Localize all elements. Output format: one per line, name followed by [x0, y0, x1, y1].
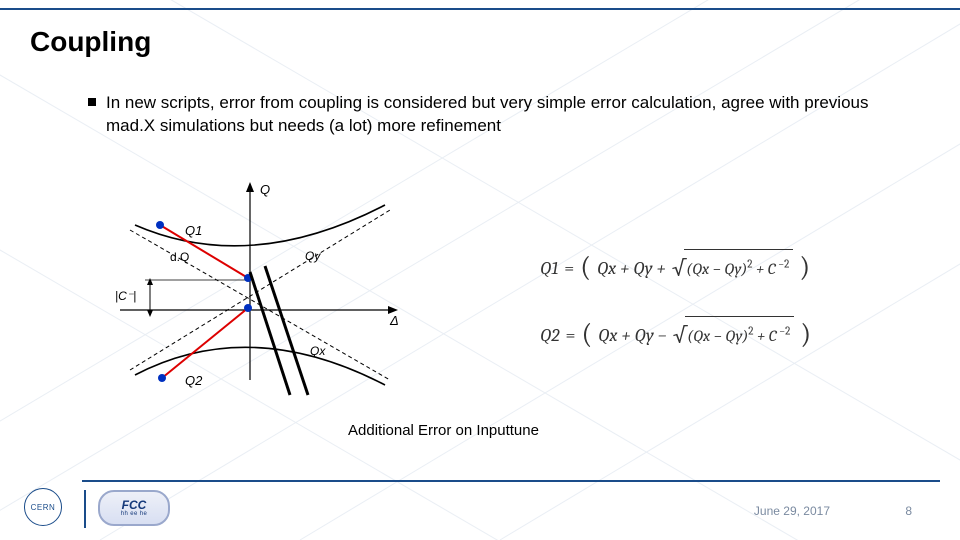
gap-label: |C⁻|: [115, 289, 136, 303]
slide-title: Coupling: [30, 26, 151, 58]
bullet-marker-icon: [88, 98, 96, 106]
equation-q1: Q1 = ( Qx + Qy + √ (Qx − Qy)2 + C −2 ): [540, 235, 900, 302]
footer-rule: [82, 480, 940, 482]
equation-q2: Q2 = ( Qx + Qy − √ (Qx − Qy)2 + C −2 ): [540, 302, 900, 369]
bullet-item: In new scripts, error from coupling is c…: [88, 92, 900, 138]
fcc-logo-icon: FCC hh ee he: [98, 490, 170, 526]
cern-logo-icon: CERN: [24, 488, 62, 526]
top-rule: [0, 8, 960, 10]
bullet-text: In new scripts, error from coupling is c…: [106, 92, 900, 138]
q2-label: Q2: [185, 373, 203, 388]
coupling-diagram: Q Δ Qy Qx Q1 Q2 |C⁻|: [90, 180, 410, 400]
dq-annotation: d.Q: [170, 250, 189, 264]
diagram-caption: Additional Error on Inputtune: [348, 422, 539, 439]
dashed-upper-label: Qy: [305, 249, 321, 263]
footer: CERN FCC hh ee he June 29, 2017 8: [20, 490, 940, 532]
x-axis-label: Δ: [389, 313, 399, 328]
y-axis-label: Q: [260, 182, 270, 197]
page-number: 8: [905, 504, 912, 518]
q1-label: Q1: [185, 223, 202, 238]
footer-divider: [84, 490, 86, 528]
equations-block: Q1 = ( Qx + Qy + √ (Qx − Qy)2 + C −2 ) Q…: [540, 235, 900, 369]
footer-date: June 29, 2017: [754, 504, 830, 518]
